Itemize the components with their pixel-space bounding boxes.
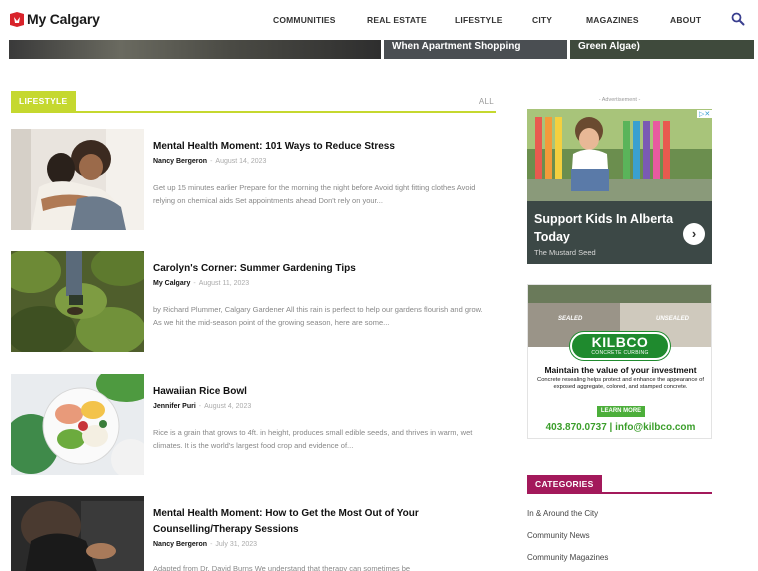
article-excerpt: Rice is a grain that grows to 4ft. in he… (153, 428, 473, 450)
article-meta: Nancy Bergeron - July 31, 2023 (153, 541, 258, 548)
nav-lifestyle[interactable]: LIFESTYLE (455, 15, 503, 25)
article-excerpt: Get up 15 minutes earlier Prepare for th… (153, 183, 476, 205)
site-logo[interactable]: My Calgary (10, 11, 100, 27)
article-date: August 4, 2023 (204, 403, 252, 410)
article-title[interactable]: Carolyn's Corner: Summer Gardening Tips (153, 261, 473, 277)
category-link[interactable]: Community News (527, 531, 590, 540)
article-thumbnail[interactable] (11, 496, 144, 571)
article-item: Mental Health Moment: 101 Ways to Reduce… (11, 129, 496, 231)
article-date: July 31, 2023 (215, 541, 258, 548)
advertisement-label: - Advertisement - (598, 97, 641, 103)
lifestyle-block-header: LIFESTYLE ALL (11, 91, 496, 113)
kilbco-logo-name: KILBCO (591, 334, 649, 350)
article-author[interactable]: Nancy Bergeron (153, 158, 207, 165)
article-thumbnail[interactable] (11, 129, 144, 230)
ad-sealed-label: SEALED (558, 316, 583, 322)
featured-strip: When Apartment Shopping Green Algae) (0, 40, 758, 59)
article-item: Carolyn's Corner: Summer Gardening Tips … (11, 251, 496, 353)
view-all-link[interactable]: ALL (479, 97, 494, 106)
article-meta: Jennifer Puri - August 4, 2023 (153, 403, 252, 410)
article-title[interactable]: Hawaiian Rice Bowl (153, 384, 473, 400)
featured-tile-1[interactable] (9, 40, 381, 59)
article-thumbnail[interactable] (11, 251, 144, 352)
featured-tile-3[interactable]: Green Algae) (570, 40, 754, 59)
ad-kilbco[interactable]: SEALED UNSEALED KILBCO CONCRETE CURBING … (527, 284, 712, 439)
ad-contact[interactable]: 403.870.0737 | info@kilbco.com (528, 422, 711, 433)
learn-more-button[interactable]: LEARN MORE (597, 406, 645, 417)
categories-header: CATEGORIES (527, 475, 712, 494)
adchoices-icon[interactable]: ▷✕ (697, 110, 712, 118)
category-link[interactable]: In & Around the City (527, 509, 598, 518)
nav-city[interactable]: CITY (532, 15, 552, 25)
article-author[interactable]: Jennifer Puri (153, 403, 196, 410)
ad-headline: Support Kids In Alberta Today (534, 212, 674, 244)
article-author[interactable]: Nancy Bergeron (153, 541, 207, 548)
featured-caption-2: When Apartment Shopping (392, 41, 521, 52)
lifestyle-tab[interactable]: LIFESTYLE (11, 91, 76, 111)
logo-flag-icon (10, 11, 24, 27)
logo-text: My Calgary (27, 11, 100, 27)
ad-source: The Mustard Seed (534, 248, 596, 257)
article-date: August 14, 2023 (215, 158, 267, 165)
chevron-right-icon[interactable]: › (683, 223, 705, 245)
article-excerpt: Adapted from Dr. David Burns We understa… (153, 564, 411, 571)
nav-communities[interactable]: COMMUNITIES (273, 15, 336, 25)
site-header: My Calgary COMMUNITIES REAL ESTATE LIFES… (0, 0, 758, 40)
article-meta: Nancy Bergeron - August 14, 2023 (153, 158, 267, 165)
ad-body: Concrete resealing helps protect and enh… (537, 377, 704, 390)
nav-real-estate[interactable]: REAL ESTATE (367, 15, 427, 25)
ad-headline: Maintain the value of your investment (544, 365, 697, 375)
categories-title: CATEGORIES (527, 475, 602, 494)
article-date: August 11, 2023 (198, 280, 250, 287)
article-excerpt: by Richard Plummer, Calgary Gardener All… (153, 305, 483, 327)
article-title[interactable]: Mental Health Moment: 101 Ways to Reduce… (153, 139, 473, 155)
ad-mustard-seed[interactable]: ▷✕ Support Kids In Alberta Today The Mus… (527, 109, 712, 264)
kilbco-logo: KILBCO CONCRETE CURBING (570, 332, 670, 360)
category-link[interactable]: Community Magazines (527, 553, 608, 562)
kilbco-logo-sub: CONCRETE CURBING (591, 350, 649, 356)
article-thumbnail[interactable] (11, 374, 144, 475)
ad-unsealed-label: UNSEALED (656, 316, 690, 322)
article-item: Mental Health Moment: How to Get the Mos… (11, 496, 496, 571)
search-icon[interactable] (731, 12, 745, 26)
nav-magazines[interactable]: MAGAZINES (586, 15, 639, 25)
article-meta: My Calgary - August 11, 2023 (153, 280, 250, 287)
article-title[interactable]: Mental Health Moment: How to Get the Mos… (153, 506, 473, 538)
featured-tile-2[interactable]: When Apartment Shopping (384, 40, 567, 59)
article-author[interactable]: My Calgary (153, 280, 190, 287)
featured-caption-3: Green Algae) (578, 41, 640, 52)
nav-about[interactable]: ABOUT (670, 15, 701, 25)
article-item: Hawaiian Rice Bowl Jennifer Puri - August … (11, 374, 496, 476)
